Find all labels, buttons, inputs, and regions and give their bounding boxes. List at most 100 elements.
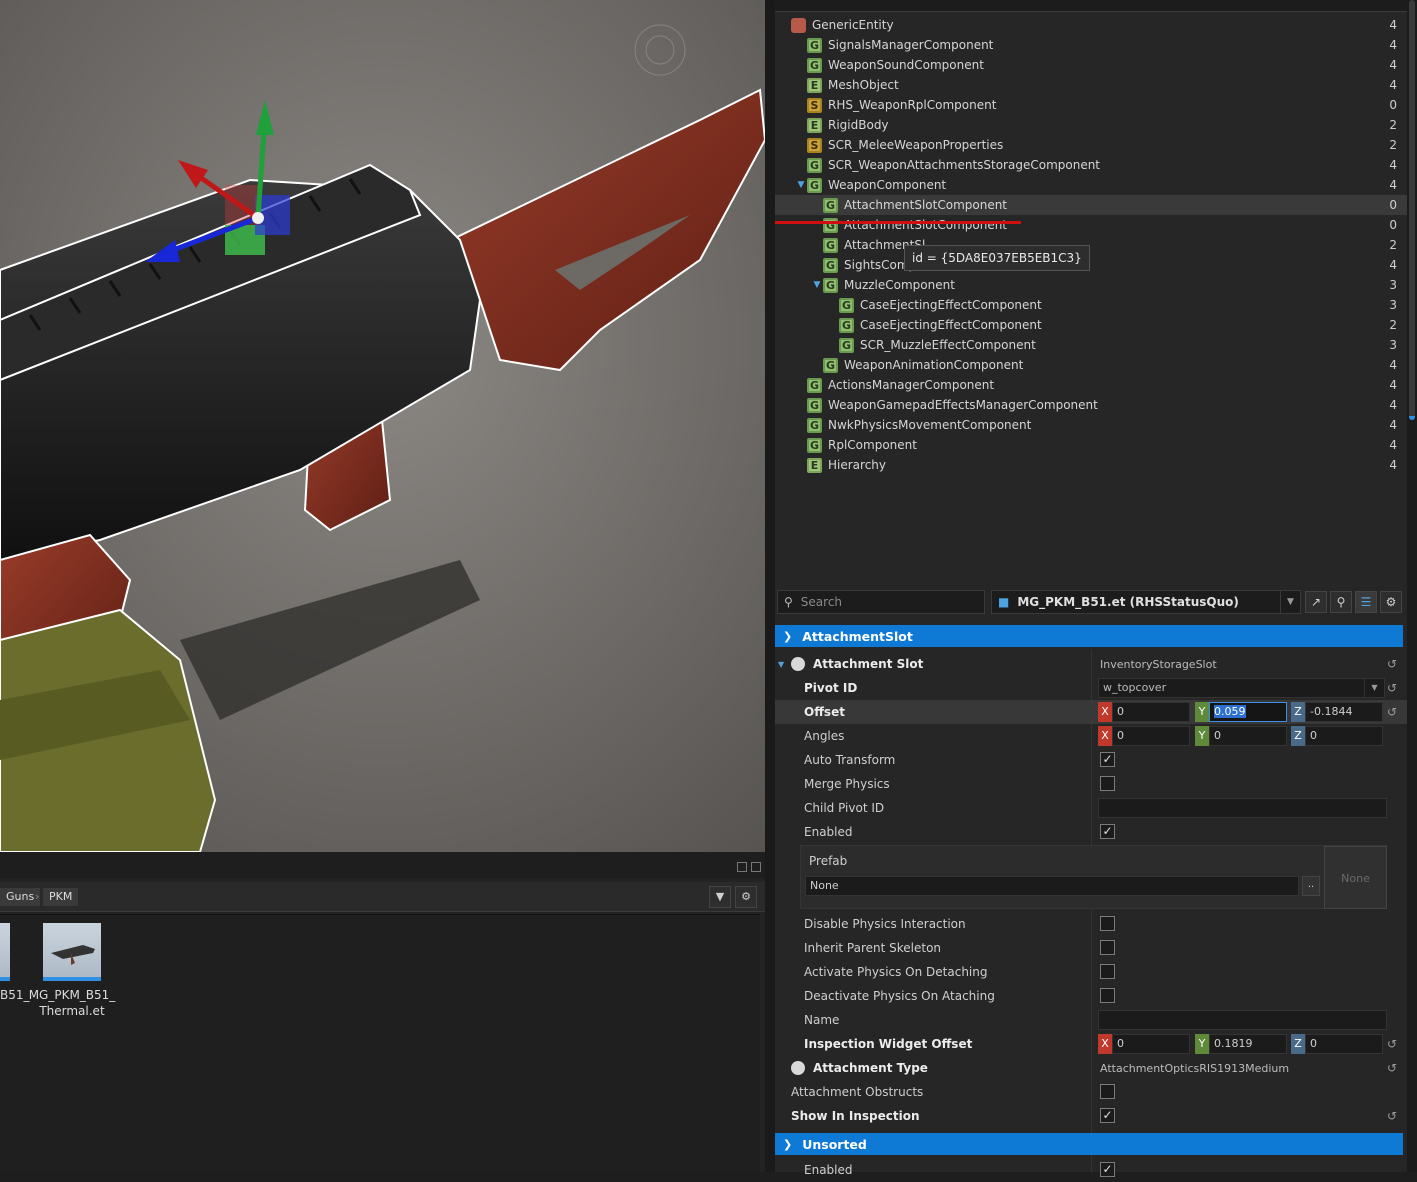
- child-pivot-id-input[interactable]: [1098, 798, 1387, 818]
- tree-item[interactable]: G AttachmentSl 2: [775, 235, 1407, 255]
- inspection-y-value[interactable]: 0.1819: [1209, 1034, 1287, 1054]
- prop-label: Child Pivot ID: [804, 801, 885, 815]
- tree-item[interactable]: G AttachmentSlotComponent 0: [775, 215, 1407, 235]
- tree-item[interactable]: G SignalsManagerComponent 4: [775, 35, 1407, 55]
- offset-x-value[interactable]: 0: [1112, 702, 1190, 722]
- float-icon[interactable]: [737, 862, 747, 872]
- angles-y-field[interactable]: Y 0: [1195, 726, 1287, 746]
- merge-physics-checkbox[interactable]: [1100, 776, 1115, 791]
- expand-arrow-icon[interactable]: ▼: [778, 660, 784, 669]
- search-input[interactable]: ⚲ Search: [777, 590, 985, 614]
- open-external-button[interactable]: ↗: [1305, 591, 1327, 613]
- close-icon[interactable]: [751, 862, 761, 872]
- entity-select[interactable]: ■ MG_PKM_B51.et (RHSStatusQuo) ▼: [991, 590, 1301, 614]
- file-thumbnail[interactable]: [0, 923, 10, 981]
- inspection-x-value[interactable]: 0: [1112, 1034, 1190, 1054]
- disable-physics-checkbox[interactable]: [1100, 916, 1115, 931]
- prefab-browse-button[interactable]: ..: [1302, 876, 1320, 896]
- reset-icon[interactable]: ↺: [1387, 657, 1397, 671]
- tree-item[interactable]: G WeaponAnimationComponent 4: [775, 355, 1407, 375]
- inspection-z-value[interactable]: 0: [1305, 1034, 1383, 1054]
- angles-z-field[interactable]: Z 0: [1291, 726, 1383, 746]
- hierarchy-button[interactable]: ☰: [1355, 591, 1377, 613]
- section-unsorted[interactable]: ❯ Unsorted: [775, 1133, 1403, 1155]
- scrollbar-thumb[interactable]: [1409, 0, 1415, 420]
- inherit-skeleton-checkbox[interactable]: [1100, 940, 1115, 955]
- inspector-scrollbar[interactable]: [1407, 0, 1417, 1172]
- tree-item-count: 2: [1389, 138, 1397, 152]
- enabled-checkbox[interactable]: ✓: [1100, 824, 1115, 839]
- attachment-obstructs-checkbox[interactable]: [1100, 1084, 1115, 1099]
- tree-item[interactable]: G WeaponSoundComponent 4: [775, 55, 1407, 75]
- object-dot-icon: [791, 1061, 805, 1075]
- tree-item[interactable]: G AttachmentSlotComponent 0: [775, 195, 1407, 215]
- tree-item[interactable]: G RplComponent 4: [775, 435, 1407, 455]
- tree-item[interactable]: G WeaponGamepadEffectsManagerComponent 4: [775, 395, 1407, 415]
- deactivate-physics-checkbox[interactable]: [1100, 988, 1115, 1003]
- browser-settings-button[interactable]: ⚙: [735, 886, 757, 908]
- tree-item[interactable]: ▼ G WeaponComponent 4: [775, 175, 1407, 195]
- 3d-viewport[interactable]: [0, 0, 765, 852]
- tree-item[interactable]: E RigidBody 2: [775, 115, 1407, 135]
- tree-item[interactable]: S RHS_WeaponRplComponent 0: [775, 95, 1407, 115]
- file-label-line1: MG_PKM_B51_: [28, 988, 116, 1002]
- file-thumbnail[interactable]: [43, 923, 101, 981]
- offset-y-input[interactable]: 0.059: [1209, 702, 1287, 722]
- tree-item[interactable]: E Hierarchy 4: [775, 455, 1407, 475]
- prop-label: Name: [804, 1013, 840, 1027]
- pivot-id-select[interactable]: w_topcover ▼: [1098, 678, 1385, 698]
- reset-icon[interactable]: ↺: [1387, 681, 1397, 695]
- show-in-inspection-checkbox[interactable]: ✓: [1100, 1108, 1115, 1123]
- inspection-y-field[interactable]: Y 0.1819: [1195, 1034, 1287, 1054]
- unsorted-enabled-checkbox[interactable]: ✓: [1100, 1162, 1115, 1177]
- angles-x-field[interactable]: X 0: [1098, 726, 1190, 746]
- auto-transform-checkbox[interactable]: ✓: [1100, 752, 1115, 767]
- filter-button[interactable]: ▼: [709, 886, 731, 908]
- magnifier-icon: ⚲: [1336, 595, 1346, 609]
- crumb-pkm[interactable]: PKM: [43, 888, 79, 906]
- angles-x-value[interactable]: 0: [1112, 726, 1190, 746]
- angles-z-value[interactable]: 0: [1305, 726, 1383, 746]
- tree-item[interactable]: G CaseEjectingEffectComponent 3: [775, 295, 1407, 315]
- activate-physics-checkbox[interactable]: [1100, 964, 1115, 979]
- inspection-z-field[interactable]: Z 0: [1291, 1034, 1383, 1054]
- tree-item[interactable]: G SightsCompo 4: [775, 255, 1407, 275]
- panel-splitter[interactable]: [765, 0, 775, 1172]
- viewport-scene: [0, 0, 765, 852]
- tree-item[interactable]: E MeshObject 4: [775, 75, 1407, 95]
- component-filter-input[interactable]: [775, 0, 1407, 12]
- tree-item[interactable]: S SCR_MeleeWeaponProperties 2: [775, 135, 1407, 155]
- offset-z-field[interactable]: Z -0.1844: [1291, 702, 1383, 722]
- offset-x-field[interactable]: X 0: [1098, 702, 1190, 722]
- name-input[interactable]: [1098, 1010, 1387, 1030]
- id-tooltip: id = {5DA8E037EB5EB1C3}: [904, 245, 1090, 271]
- reset-icon[interactable]: ↺: [1387, 1061, 1397, 1075]
- tree-item-label: Hierarchy: [828, 458, 887, 472]
- tree-item-count: 4: [1389, 58, 1397, 72]
- section-attachmentslot[interactable]: ❯ AttachmentSlot: [775, 625, 1403, 647]
- tree-item[interactable]: G CaseEjectingEffectComponent 2: [775, 315, 1407, 335]
- tree-item[interactable]: ▼ G MuzzleComponent 3: [775, 275, 1407, 295]
- component-type-g-icon: G: [807, 377, 822, 393]
- find-button[interactable]: ⚲: [1330, 591, 1352, 613]
- settings-button[interactable]: ⚙: [1380, 591, 1402, 613]
- angles-y-value[interactable]: 0: [1209, 726, 1287, 746]
- reset-icon[interactable]: ↺: [1387, 705, 1397, 719]
- prefab-input[interactable]: None: [805, 876, 1299, 896]
- offset-z-value[interactable]: -0.1844: [1305, 702, 1383, 722]
- tree-item-count: 0: [1389, 218, 1397, 232]
- tree-item[interactable]: GenericEntity 4: [775, 15, 1407, 35]
- reset-icon[interactable]: ↺: [1387, 1037, 1397, 1051]
- tree-item[interactable]: G SCR_MuzzleEffectComponent 3: [775, 335, 1407, 355]
- tree-item[interactable]: G SCR_WeaponAttachmentsStorageComponent 4: [775, 155, 1407, 175]
- expand-arrow-icon[interactable]: ▼: [811, 280, 823, 290]
- expand-arrow-icon[interactable]: ▼: [795, 180, 807, 190]
- pivot-id-value: w_topcover: [1103, 681, 1167, 694]
- component-type-e-icon: E: [807, 457, 822, 473]
- tree-item-count: 4: [1389, 418, 1397, 432]
- reset-icon[interactable]: ↺: [1387, 1109, 1397, 1123]
- offset-y-field[interactable]: Y 0.059: [1195, 702, 1287, 722]
- tree-item[interactable]: G NwkPhysicsMovementComponent 4: [775, 415, 1407, 435]
- tree-item[interactable]: G ActionsManagerComponent 4: [775, 375, 1407, 395]
- inspection-x-field[interactable]: X 0: [1098, 1034, 1190, 1054]
